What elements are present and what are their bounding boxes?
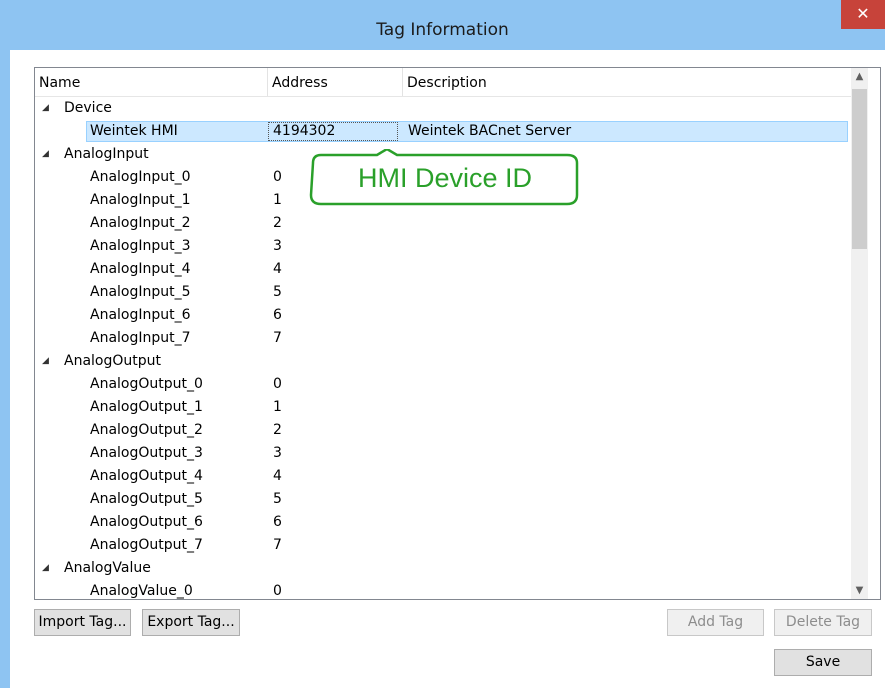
tree-group-label: AnalogValue: [64, 560, 151, 576]
scroll-thumb[interactable]: [852, 89, 867, 249]
tag-address: 7: [273, 330, 282, 346]
tag-address: 2: [273, 422, 282, 438]
tag-address: 3: [273, 238, 282, 254]
window-title: Tag Information: [376, 20, 509, 40]
tag-address: 2: [273, 215, 282, 231]
tag-name: AnalogOutput_5: [90, 491, 203, 507]
save-button[interactable]: Save: [774, 649, 872, 676]
tree-item-row[interactable]: AnalogOutput_3 3: [35, 442, 851, 465]
tree-group-row[interactable]: ◢ Device: [35, 97, 851, 120]
tag-name: AnalogInput_7: [90, 330, 191, 346]
tree-item-row[interactable]: AnalogOutput_5 5: [35, 488, 851, 511]
tag-address: 5: [273, 491, 282, 507]
tree-group-row[interactable]: ◢ AnalogOutput: [35, 350, 851, 373]
tree-item-row[interactable]: AnalogOutput_2 2: [35, 419, 851, 442]
tag-name: AnalogOutput_4: [90, 468, 203, 484]
tag-address: 0: [273, 376, 282, 392]
column-header-address[interactable]: Address: [268, 68, 403, 96]
tag-name: AnalogOutput_3: [90, 445, 203, 461]
export-tag-button[interactable]: Export Tag...: [142, 609, 240, 636]
tree-header: Name Address Description: [35, 68, 851, 97]
close-icon: ✕: [856, 4, 870, 23]
tree-item-row[interactable]: AnalogOutput_7 7: [35, 534, 851, 557]
import-tag-button[interactable]: Import Tag...: [34, 609, 131, 636]
tree-group-label: AnalogOutput: [64, 353, 162, 369]
tag-name: AnalogInput_3: [90, 238, 191, 254]
tag-address: 1: [273, 399, 282, 415]
tag-address: 4: [273, 468, 282, 484]
expand-triangle-icon[interactable]: ◢: [42, 97, 49, 120]
tag-name: AnalogOutput_1: [90, 399, 203, 415]
tree-group-label: Device: [64, 100, 112, 116]
annotation-callout: HMI Device ID: [305, 147, 582, 209]
tag-address: 4194302: [273, 123, 336, 139]
tree-item-row[interactable]: AnalogValue_0 0: [35, 580, 851, 599]
tag-tree-view[interactable]: Name Address Description ◢ Device Weintek …: [34, 67, 881, 600]
expand-triangle-icon[interactable]: ◢: [42, 350, 49, 373]
vertical-scrollbar[interactable]: ▲ ▼: [851, 68, 868, 599]
tree-item-row[interactable]: AnalogOutput_4 4: [35, 465, 851, 488]
tree-item-row[interactable]: AnalogInput_5 5: [35, 281, 851, 304]
dialog-client-area: Name Address Description ◢ Device Weintek …: [10, 50, 885, 688]
tag-address: 0: [273, 583, 282, 599]
tag-name: AnalogOutput_2: [90, 422, 203, 438]
tag-address: 7: [273, 537, 282, 553]
tag-name: AnalogInput_5: [90, 284, 191, 300]
tag-address: 6: [273, 307, 282, 323]
tree-item-row[interactable]: AnalogOutput_6 6: [35, 511, 851, 534]
tag-address: 4: [273, 261, 282, 277]
tree-item-row[interactable]: AnalogOutput_1 1: [35, 396, 851, 419]
tag-address: 3: [273, 445, 282, 461]
tree-item-row[interactable]: AnalogInput_6 6: [35, 304, 851, 327]
scroll-down-arrow-icon[interactable]: ▼: [851, 582, 868, 599]
tag-address: 6: [273, 514, 282, 530]
tree-item-row[interactable]: AnalogInput_2 2: [35, 212, 851, 235]
annotation-text: HMI Device ID: [357, 163, 533, 193]
tag-address: 1: [273, 192, 282, 208]
tag-name: AnalogValue_0: [90, 583, 193, 599]
title-bar[interactable]: Tag Information ✕: [0, 0, 885, 50]
tree-item-row[interactable]: AnalogInput_4 4: [35, 258, 851, 281]
add-tag-button[interactable]: Add Tag: [667, 609, 764, 636]
tag-name: AnalogInput_4: [90, 261, 191, 277]
tag-name: AnalogOutput_6: [90, 514, 203, 530]
tree-group-row[interactable]: ◢ AnalogValue: [35, 557, 851, 580]
tree-item-row[interactable]: AnalogInput_3 3: [35, 235, 851, 258]
tag-information-dialog: Tag Information ✕ Name Address Descripti…: [0, 0, 885, 688]
tag-name: AnalogInput_2: [90, 215, 191, 231]
tag-name: AnalogOutput_0: [90, 376, 203, 392]
delete-tag-button[interactable]: Delete Tag: [774, 609, 872, 636]
tag-name: AnalogInput_0: [90, 169, 191, 185]
tree-item-row[interactable]: AnalogOutput_0 0: [35, 373, 851, 396]
tag-name: Weintek HMI: [90, 123, 178, 139]
tag-name: AnalogInput_6: [90, 307, 191, 323]
tag-address: 5: [273, 284, 282, 300]
tag-name: AnalogOutput_7: [90, 537, 203, 553]
tag-name: AnalogInput_1: [90, 192, 191, 208]
tree-item-row[interactable]: AnalogInput_7 7: [35, 327, 851, 350]
close-button[interactable]: ✕: [841, 0, 885, 29]
tag-address: 0: [273, 169, 282, 185]
tree-group-label: AnalogInput: [64, 146, 149, 162]
expand-triangle-icon[interactable]: ◢: [42, 557, 49, 580]
tag-description: Weintek BACnet Server: [408, 123, 572, 139]
tree-item-row[interactable]: Weintek HMI 4194302 Weintek BACnet Server: [35, 120, 851, 143]
expand-triangle-icon[interactable]: ◢: [42, 143, 49, 166]
scroll-up-arrow-icon[interactable]: ▲: [851, 68, 868, 85]
column-header-name[interactable]: Name: [35, 68, 268, 96]
column-header-description[interactable]: Description: [403, 68, 851, 96]
